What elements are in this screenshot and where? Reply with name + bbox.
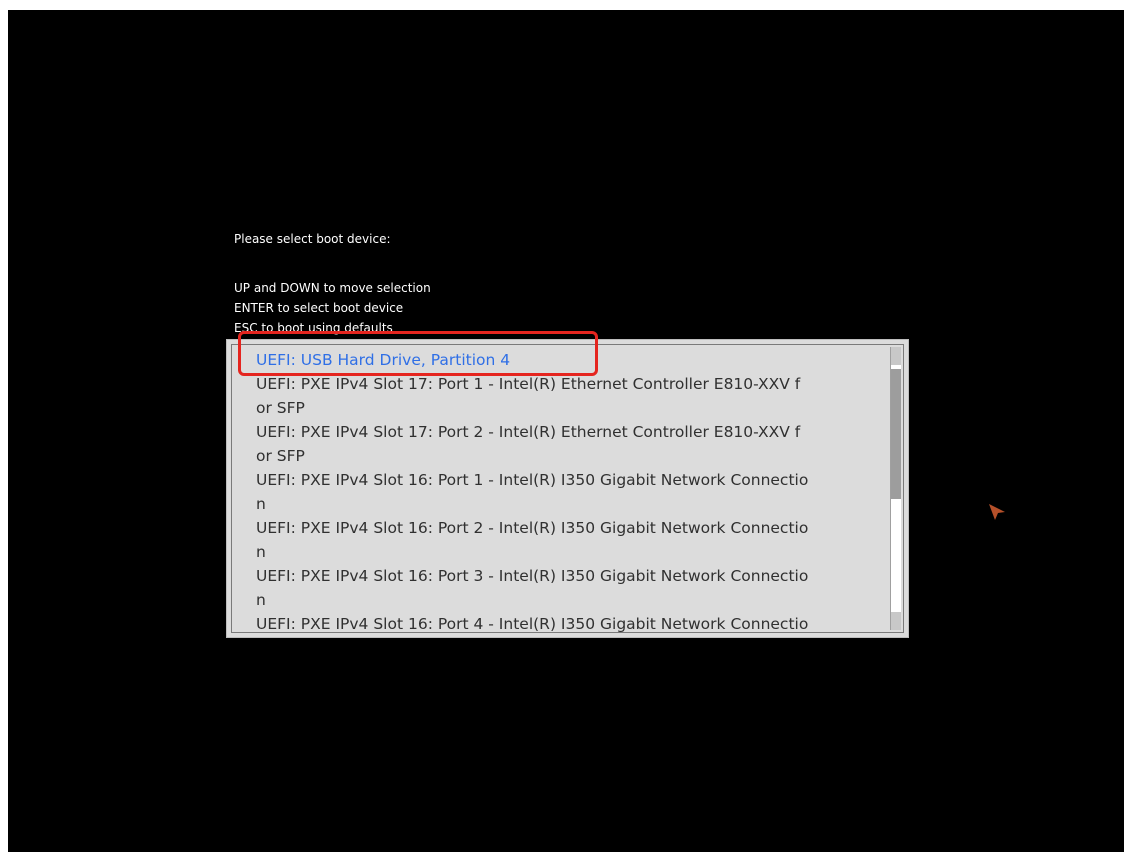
- instructions: UP and DOWN to move selection ENTER to s…: [234, 278, 431, 338]
- boot-entry-label: UEFI: PXE IPv4 Slot 16: Port 3 - Intel(R…: [256, 567, 809, 585]
- boot-menu-screen: Please select boot device: UP and DOWN t…: [8, 10, 1124, 852]
- mouse-pointer-icon: [989, 504, 1005, 520]
- boot-entry[interactable]: UEFI: PXE IPv4 Slot 16: Port 2 - Intel(R…: [256, 516, 884, 564]
- boot-entry-label: UEFI: PXE IPv4 Slot 16: Port 4 - Intel(R…: [256, 615, 809, 633]
- selection-highlight-annotation: [238, 331, 598, 376]
- boot-entry[interactable]: UEFI: PXE IPv4 Slot 16: Port 1 - Intel(R…: [256, 468, 884, 516]
- boot-device-list[interactable]: UEFI: USB Hard Drive, Partition 4 UEFI: P…: [226, 339, 909, 638]
- instruction-select: ENTER to select boot device: [234, 301, 404, 315]
- boot-entry-label: UEFI: PXE IPv4 Slot 17: Port 2 - Intel(R…: [256, 423, 801, 441]
- boot-entry-label: n: [256, 495, 266, 513]
- scroll-up-button[interactable]: [891, 347, 901, 365]
- boot-entry-label: or SFP: [256, 447, 305, 465]
- boot-entry-label: n: [256, 591, 266, 609]
- boot-entry-label: UEFI: PXE IPv4 Slot 16: Port 1 - Intel(R…: [256, 471, 809, 489]
- boot-entry[interactable]: UEFI: PXE IPv4 Slot 17: Port 1 - Intel(R…: [256, 372, 884, 420]
- boot-entry-label: or SFP: [256, 399, 305, 417]
- boot-entry-label: UEFI: PXE IPv4 Slot 16: Port 2 - Intel(R…: [256, 519, 809, 537]
- boot-device-entries: UEFI: USB Hard Drive, Partition 4 UEFI: P…: [256, 348, 884, 633]
- scroll-down-button[interactable]: [891, 612, 901, 630]
- boot-entry[interactable]: UEFI: PXE IPv4 Slot 17: Port 2 - Intel(R…: [256, 420, 884, 468]
- boot-entry-label: n: [256, 543, 266, 561]
- instruction-navigate: UP and DOWN to move selection: [234, 281, 431, 295]
- boot-entry[interactable]: UEFI: PXE IPv4 Slot 16: Port 4 - Intel(R…: [256, 612, 884, 633]
- boot-prompt-title: Please select boot device:: [234, 232, 391, 246]
- boot-entry[interactable]: UEFI: PXE IPv4 Slot 16: Port 3 - Intel(R…: [256, 564, 884, 612]
- scroll-thumb[interactable]: [891, 369, 901, 499]
- list-scrollbar[interactable]: [890, 347, 901, 630]
- boot-device-list-frame: UEFI: USB Hard Drive, Partition 4 UEFI: P…: [231, 344, 904, 633]
